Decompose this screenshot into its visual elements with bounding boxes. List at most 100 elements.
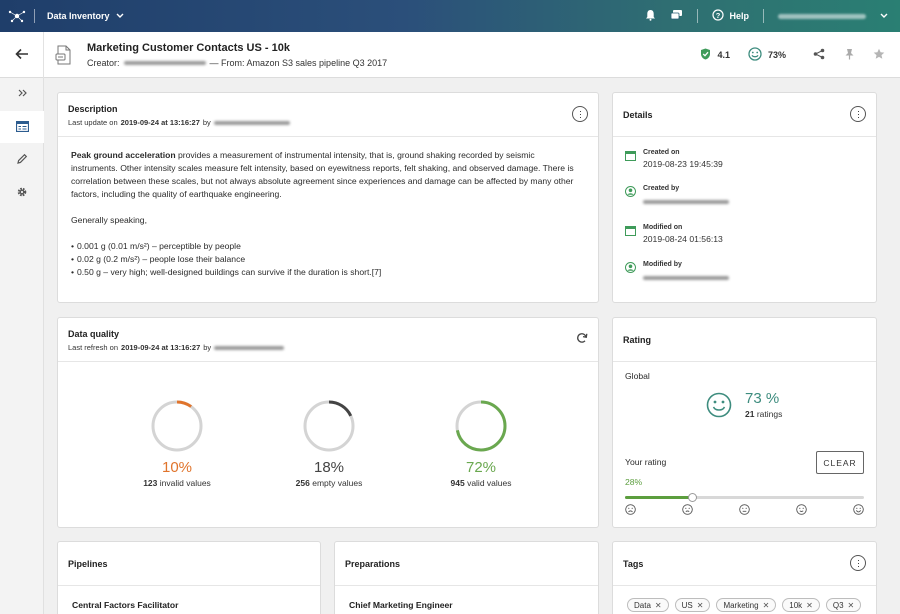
share-button[interactable] <box>804 48 834 62</box>
dq-valid: 72% 945 valid values <box>416 398 546 488</box>
rating-title: Rating <box>623 335 651 345</box>
dq-valid-count: 945 <box>450 478 465 488</box>
nav-prepare[interactable] <box>0 144 44 176</box>
more-options-icon[interactable]: ⋯ <box>850 555 866 571</box>
pin-button[interactable] <box>834 48 864 62</box>
neutral-face-icon[interactable] <box>739 504 750 517</box>
close-icon[interactable]: ✕ <box>763 601 770 610</box>
help-icon: ? <box>712 9 725 23</box>
more-options-icon[interactable]: ⋯ <box>572 106 588 122</box>
more-options-icon[interactable]: ⋯ <box>850 106 866 122</box>
description-card: Description Last update on 2019-09-24 at… <box>57 92 599 303</box>
ratings-count-line: 21 ratings <box>745 409 782 419</box>
creator-name-redacted <box>643 200 729 204</box>
help-label: Help <box>729 11 749 21</box>
chevron-down-icon <box>116 11 124 21</box>
clear-rating-button[interactable]: CLEAR <box>816 451 864 474</box>
list-item: 0.02 g (0.2 m/s²) – people lose their ba… <box>71 253 581 266</box>
smiley-icon <box>748 47 762 63</box>
dq-empty-text: empty values <box>312 478 363 488</box>
dq-invalid-text: invalid values <box>159 478 211 488</box>
double-chevron-right-icon <box>18 89 27 99</box>
list-item: 0.001 g (0.01 m/s²) – perceptible by peo… <box>71 240 581 253</box>
trust-score[interactable]: 4.1 <box>700 48 730 62</box>
refresher-name-redacted <box>214 345 285 350</box>
dataset-title: Marketing Customer Contacts US - 10k <box>87 42 290 54</box>
modified-by-label: Modified by <box>643 261 682 268</box>
app-logo-icon[interactable] <box>0 0 34 32</box>
dataset-subtitle: Creator: — From: Amazon S3 sales pipelin… <box>87 58 387 68</box>
close-icon[interactable]: ✕ <box>697 601 704 610</box>
nav-settings[interactable] <box>0 177 44 209</box>
expand-nav-button[interactable] <box>0 78 44 110</box>
preparations-title: Preparations <box>345 559 401 569</box>
preparation-item[interactable]: Chief Marketing Engineer <box>349 600 453 610</box>
calendar-icon <box>625 225 637 237</box>
dq-invalid: 10% 123 invalid values <box>112 398 242 488</box>
description-bold-lead: Peak ground acceleration <box>71 150 176 160</box>
favorite-button[interactable] <box>864 48 894 62</box>
updater-name-redacted <box>213 120 290 125</box>
gear-icon <box>16 186 28 200</box>
dq-invalid-donut <box>151 400 203 452</box>
rating-summary[interactable]: 73% <box>748 47 786 63</box>
star-icon <box>873 48 885 62</box>
very-happy-face-icon[interactable] <box>853 504 864 517</box>
dq-invalid-percent: 10% <box>161 459 193 476</box>
app-name: Data Inventory <box>47 11 110 21</box>
dq-valid-text: valid values <box>467 478 512 488</box>
nav-overview[interactable] <box>0 111 44 143</box>
pipeline-item[interactable]: Central Factors Facilitator <box>72 600 179 610</box>
close-icon[interactable]: ✕ <box>806 601 813 610</box>
last-refresh-date: 2019-09-24 at 13:16:27 <box>121 343 201 352</box>
close-icon[interactable]: ✕ <box>655 601 662 610</box>
svg-text:?: ? <box>716 11 721 20</box>
app-switcher[interactable]: Data Inventory <box>47 11 124 21</box>
modifier-name-redacted <box>643 276 729 280</box>
data-quality-title: Data quality <box>68 329 120 339</box>
tags-card: Tags ⋯ Data ✕ US ✕ Marketing ✕ 10k ✕ Q3 ✕ <box>612 541 877 614</box>
shield-check-icon <box>700 48 711 62</box>
dq-empty-donut <box>303 400 355 452</box>
user-name-redacted[interactable] <box>778 13 866 19</box>
rating-slider[interactable] <box>625 493 864 502</box>
close-icon[interactable]: ✕ <box>848 601 855 610</box>
rating-slider-handle[interactable] <box>687 493 697 502</box>
dq-valid-donut <box>455 400 507 452</box>
chat-icon[interactable] <box>670 9 683 23</box>
tag-chip[interactable]: 10k ✕ <box>782 598 820 612</box>
notifications-bell-icon[interactable] <box>645 9 656 23</box>
global-rating-percent: 73 % <box>745 390 780 407</box>
divider <box>34 9 35 23</box>
dq-empty-count: 256 <box>295 478 310 488</box>
global-label: Global <box>625 371 650 381</box>
chevron-down-icon[interactable] <box>880 11 888 21</box>
happy-face-icon[interactable] <box>796 504 807 517</box>
share-icon <box>813 48 825 62</box>
sad-face-icon[interactable] <box>682 504 693 517</box>
very-sad-face-icon[interactable] <box>625 504 636 517</box>
user-icon <box>625 186 637 198</box>
help-menu[interactable]: ? Help <box>712 9 749 23</box>
tag-chip[interactable]: US ✕ <box>674 598 711 612</box>
dq-invalid-count: 123 <box>143 478 158 488</box>
last-update-date: 2019-09-24 at 13:16:27 <box>120 118 200 127</box>
tag-label: US <box>681 600 693 610</box>
description-last-update: Last update on 2019-09-24 at 13:16:27 by <box>68 118 290 127</box>
description-generally: Generally speaking, <box>71 215 147 225</box>
pencil-icon <box>16 153 28 167</box>
refresh-icon[interactable] <box>576 332 588 346</box>
by-label: by <box>202 118 211 127</box>
rating-summary-value: 73% <box>767 50 786 60</box>
divider <box>763 9 764 23</box>
tag-chip[interactable]: Data ✕ <box>627 598 669 612</box>
tag-chip[interactable]: Marketing ✕ <box>716 598 777 612</box>
side-navigation <box>0 78 44 614</box>
created-on-label: Created on <box>643 149 680 156</box>
modified-on-row: Modified on 2019-08-24 01:56:13 <box>625 224 723 244</box>
tag-chip[interactable]: Q3 ✕ <box>825 598 862 612</box>
back-button[interactable] <box>0 32 44 78</box>
dq-empty-percent: 18% <box>313 459 345 476</box>
tag-list: Data ✕ US ✕ Marketing ✕ 10k ✕ Q3 ✕ <box>627 598 862 612</box>
tag-label: Marketing <box>723 600 759 610</box>
